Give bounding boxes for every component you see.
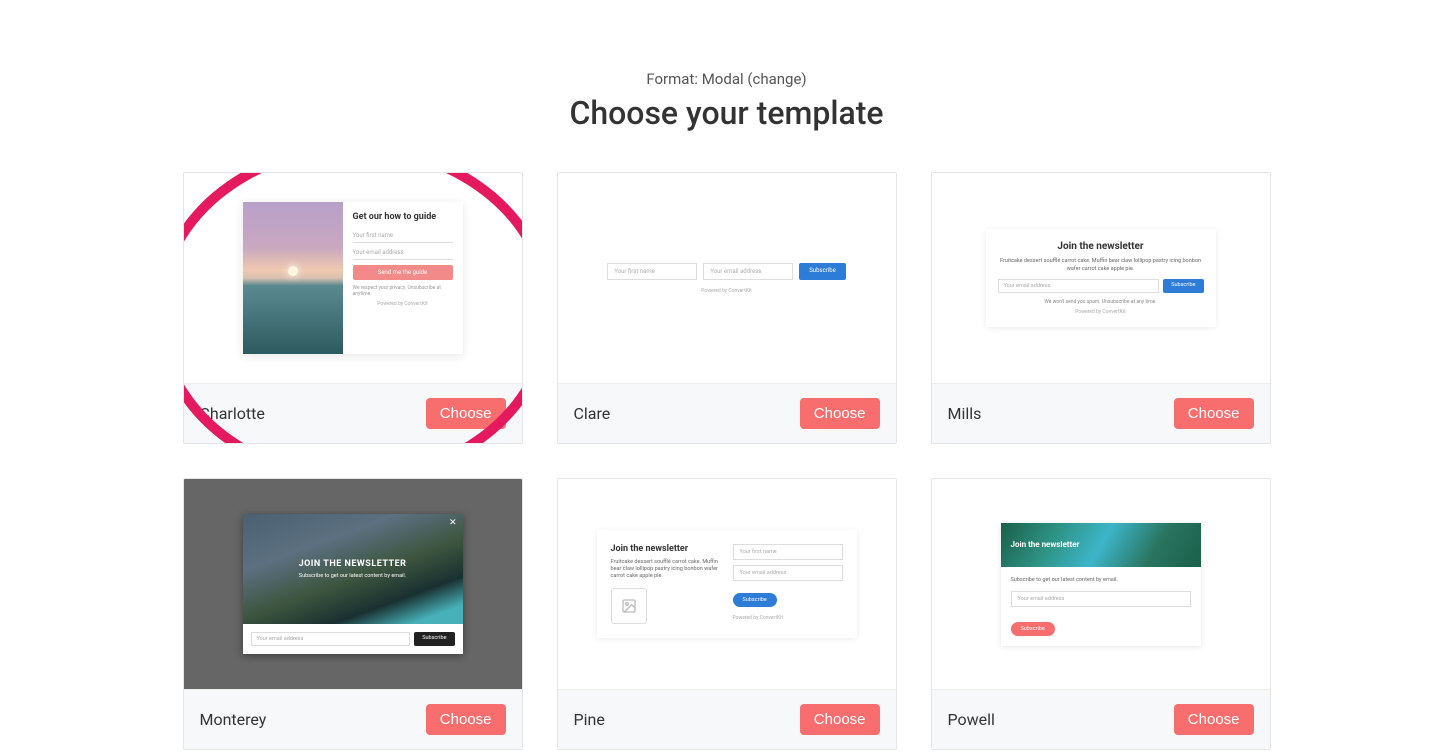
template-preview: Join the newsletter Subscribe to get our… [932, 479, 1270, 689]
template-preview: ✕ JOIN THE NEWSLETTER Subscribe to get o… [184, 479, 522, 689]
format-value: Modal [702, 70, 744, 88]
preview-submit: Subscribe [733, 593, 777, 607]
template-name: Monterey [200, 710, 267, 729]
template-name: Pine [574, 710, 605, 729]
template-preview: Join the newsletter Fruitcake dessert so… [932, 173, 1270, 383]
preview-heading: Get our how to guide [353, 212, 453, 223]
choose-button[interactable]: Choose [800, 704, 880, 735]
template-preview: Your first name Your email address Subsc… [558, 173, 896, 383]
preview-hero-image: ✕ JOIN THE NEWSLETTER Subscribe to get o… [243, 514, 463, 624]
template-card-powell[interactable]: Join the newsletter Subscribe to get our… [931, 478, 1271, 750]
choose-button[interactable]: Choose [1174, 398, 1254, 429]
preview-field: Your email address [1011, 591, 1191, 607]
preview-field: Your email address [703, 263, 793, 280]
preview-field: Your email address [998, 279, 1160, 293]
template-grid: Get our how to guide Your first name You… [182, 172, 1272, 750]
preview-field: Your email address [251, 632, 411, 646]
template-card-charlotte[interactable]: Get our how to guide Your first name You… [183, 172, 523, 444]
preview-powered: Powered by ConvertKit [592, 288, 862, 294]
template-card-pine[interactable]: Join the newsletter Fruitcake dessert so… [557, 478, 897, 750]
preview-submit: Subscribe [1163, 279, 1203, 293]
page-title: Choose your template [0, 94, 1453, 132]
template-name: Powell [948, 710, 995, 729]
preview-privacy: We respect your privacy. Unsubscribe at … [353, 285, 453, 297]
template-card-clare[interactable]: Your first name Your email address Subsc… [557, 172, 897, 444]
template-name: Mills [948, 404, 982, 423]
choose-button[interactable]: Choose [426, 704, 506, 735]
template-card-mills[interactable]: Join the newsletter Fruitcake dessert so… [931, 172, 1271, 444]
template-card-monterey[interactable]: ✕ JOIN THE NEWSLETTER Subscribe to get o… [183, 478, 523, 750]
preview-sub: Subscribe to get our latest content by e… [299, 573, 406, 579]
preview-field: Your first name [733, 544, 843, 560]
template-preview: Get our how to guide Your first name You… [184, 173, 522, 383]
preview-hero-image [243, 202, 343, 354]
preview-field: Your first name [607, 263, 697, 280]
format-line: Format: Modal (change) [0, 70, 1453, 88]
close-icon: ✕ [449, 518, 457, 528]
preview-note: We won't send you spam. Unsubscribe at a… [998, 299, 1204, 305]
preview-heading: Join the newsletter [611, 544, 719, 554]
format-prefix: Format: [646, 70, 701, 88]
template-preview: Join the newsletter Fruitcake dessert so… [558, 479, 896, 689]
preview-field: Your first name [353, 229, 453, 243]
template-name: Charlotte [200, 404, 265, 423]
preview-heading: JOIN THE NEWSLETTER [299, 559, 407, 569]
preview-powered: Powered by ConvertKit [353, 301, 453, 307]
choose-button[interactable]: Choose [1174, 704, 1254, 735]
template-name: Clare [574, 404, 611, 423]
preview-hero-image: Join the newsletter [1001, 523, 1201, 567]
preview-field: Your email address [353, 246, 453, 260]
image-placeholder-icon [611, 588, 647, 624]
format-change-link[interactable]: (change) [744, 70, 807, 88]
preview-heading: Join the newsletter [1011, 540, 1080, 549]
choose-button[interactable]: Choose [426, 398, 506, 429]
preview-submit: Subscribe [799, 263, 846, 280]
preview-desc: Fruitcake dessert soufflé carrot cake. M… [998, 258, 1204, 272]
preview-submit: Subscribe [414, 632, 454, 646]
preview-powered: Powered by ConvertKit [998, 309, 1204, 315]
preview-heading: Join the newsletter [998, 241, 1204, 252]
preview-desc: Fruitcake dessert soufflé carrot cake. M… [611, 559, 719, 580]
preview-submit: Subscribe [1011, 622, 1055, 636]
choose-button[interactable]: Choose [800, 398, 880, 429]
preview-powered: Powered by ConvertKit [733, 615, 843, 621]
preview-submit: Send me the guide [353, 265, 453, 280]
preview-sub: Subscribe to get our latest content by e… [1011, 577, 1191, 583]
preview-field: Your email address [733, 565, 843, 581]
